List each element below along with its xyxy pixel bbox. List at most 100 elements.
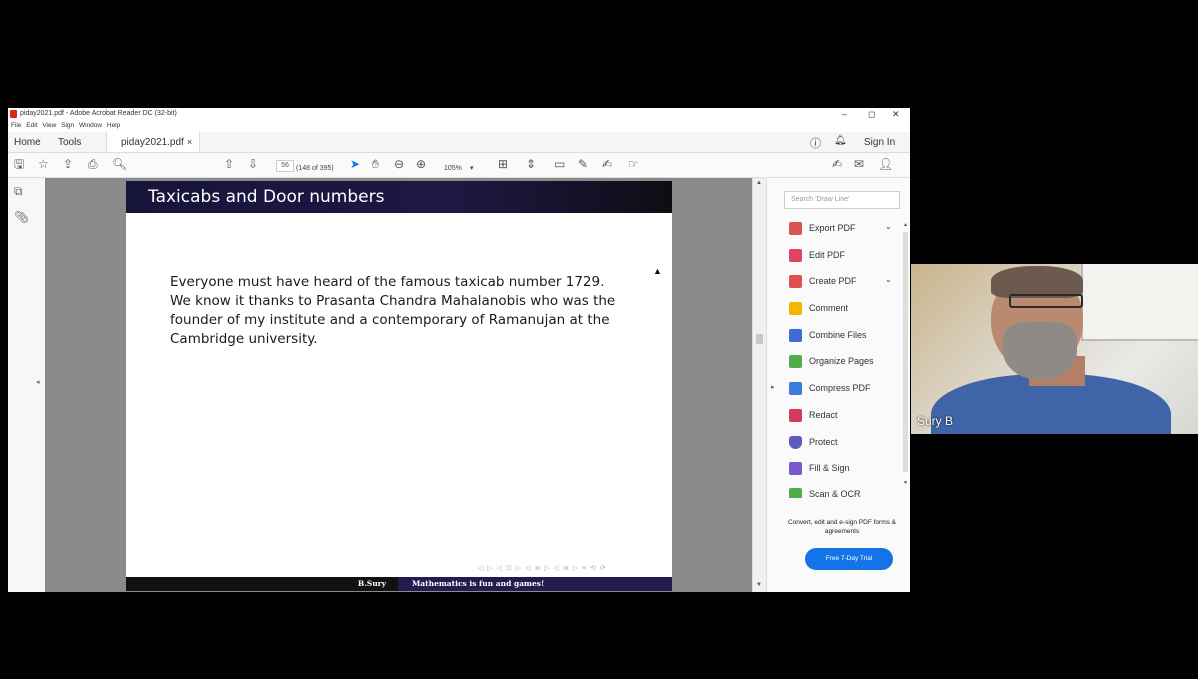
- search-icon[interactable]: 🔍︎: [112, 157, 127, 171]
- chevron-down-icon[interactable]: ⌄: [885, 275, 892, 284]
- page-number-input[interactable]: 56: [276, 160, 294, 172]
- tab-bar: Home Tools piday2021.pdf × ⓘ 🔔︎ Sign In: [8, 132, 910, 153]
- minimize-button[interactable]: –: [842, 109, 847, 119]
- tool-label: Organize Pages: [809, 356, 874, 366]
- participant-beard: [1003, 322, 1077, 380]
- participant-video-tile[interactable]: Sury B: [911, 264, 1198, 434]
- zoom-in-icon[interactable]: ⊕: [416, 157, 426, 171]
- organize-pages-icon: [789, 355, 802, 368]
- tool-label: Compress PDF: [809, 383, 871, 393]
- slide-footer-title: Mathematics is fun and games!: [412, 579, 545, 588]
- participant-name: Sury B: [917, 414, 954, 428]
- slide-line: founder of my institute and a contempora…: [170, 312, 610, 328]
- compress-pdf-icon: [789, 382, 802, 395]
- fill-sign-icon[interactable]: ✍︎: [832, 157, 842, 171]
- chevron-down-icon[interactable]: ⌄: [885, 222, 892, 231]
- slide-title: Taxicabs and Door numbers: [148, 187, 385, 207]
- hand-tool-icon[interactable]: ✋︎: [372, 157, 379, 171]
- menu-sign[interactable]: Sign: [61, 122, 74, 129]
- menu-file[interactable]: File: [11, 122, 21, 129]
- scrollbar-track[interactable]: [903, 232, 908, 472]
- sign-in-link[interactable]: Sign In: [864, 137, 895, 148]
- fill-sign-icon: [789, 462, 802, 475]
- tools-pane-scrollbar[interactable]: ▲ ▼: [903, 222, 908, 488]
- free-trial-button[interactable]: Free 7-Day Trial: [805, 548, 893, 570]
- tool-label: Create PDF: [809, 276, 857, 286]
- tools-pane: ▸ Search 'Draw Line' Export PDF ⌄ Edit P…: [766, 178, 910, 592]
- scan-ocr-icon: [789, 488, 802, 498]
- tab-document-label: piday2021.pdf: [121, 137, 184, 148]
- pdf-slide-page: Taxicabs and Door numbers Everyone must …: [126, 181, 672, 591]
- tools-search-input[interactable]: Search 'Draw Line': [784, 191, 900, 209]
- combine-files-icon: [789, 329, 802, 342]
- zoom-dropdown-icon[interactable]: ▾: [470, 162, 474, 176]
- comment-icon: [789, 302, 802, 315]
- email-icon[interactable]: ✉: [854, 157, 864, 171]
- export-pdf-icon: [789, 222, 802, 235]
- slide-footer-author: B.Sury: [357, 579, 386, 588]
- edit-pdf-icon: [789, 249, 802, 262]
- tool-label: Redact: [809, 410, 838, 420]
- screen-share: piday2021.pdf - Adobe Acrobat Reader DC …: [8, 108, 910, 592]
- print-icon[interactable]: ⎙: [88, 157, 98, 171]
- close-window-button[interactable]: ✕: [892, 109, 900, 120]
- tools-list: Export PDF ⌄ Edit PDF Create PDF ⌄ Comme…: [767, 220, 910, 498]
- slide-body: Everyone must have heard of the famous t…: [170, 273, 650, 349]
- help-icon[interactable]: ⓘ: [810, 135, 821, 151]
- toolbar: 🖫 ☆ ⇪ ⎙ 🔍︎ ⇧ ⇩ 56 (148 of 395) ➤ ✋︎ ⊖ ⊕ …: [8, 153, 910, 178]
- zoom-out-icon[interactable]: ⊖: [394, 157, 404, 171]
- share-icon[interactable]: ⇪: [63, 157, 73, 171]
- title-bar: piday2021.pdf - Adobe Acrobat Reader DC …: [8, 108, 910, 122]
- scrolling-mode-icon[interactable]: ⇕: [526, 157, 536, 171]
- slide-title-bar: Taxicabs and Door numbers: [126, 181, 672, 213]
- menu-edit[interactable]: Edit: [26, 122, 37, 129]
- scrollbar-thumb[interactable]: [756, 334, 763, 344]
- slide-footer-title-box: Mathematics is fun and games!: [398, 577, 672, 591]
- scroll-up-icon[interactable]: ▲: [756, 180, 762, 186]
- scroll-down-icon[interactable]: ▼: [756, 582, 762, 588]
- tool-label: Protect: [809, 437, 838, 447]
- menu-help[interactable]: Help: [107, 122, 120, 129]
- sign-icon[interactable]: ✍︎: [602, 157, 612, 171]
- bookmark-star-icon[interactable]: ☆: [38, 157, 49, 171]
- scroll-up-icon[interactable]: ▲: [903, 222, 908, 228]
- tab-close-icon[interactable]: ×: [187, 137, 192, 147]
- promo-text: Convert, edit and e-sign PDF forms & agr…: [787, 519, 896, 535]
- comment-icon[interactable]: ▭: [554, 157, 565, 171]
- tool-label: Scan & OCR: [809, 489, 861, 498]
- tab-home[interactable]: Home: [14, 137, 41, 148]
- read-aloud-icon[interactable]: ☞: [628, 157, 639, 171]
- slide-footer-author-box: B.Sury: [126, 577, 398, 591]
- whiteboard-background: [1081, 264, 1198, 341]
- next-page-icon[interactable]: ⇩: [248, 157, 258, 171]
- highlight-pen-icon[interactable]: ✎: [578, 157, 588, 171]
- slide-line: Cambridge university.: [170, 331, 318, 347]
- tool-label: Fill & Sign: [809, 463, 850, 473]
- tool-label: Export PDF: [809, 223, 856, 233]
- scroll-down-icon[interactable]: ▼: [903, 480, 908, 486]
- maximize-button[interactable]: ◻: [868, 109, 875, 120]
- menu-view[interactable]: View: [42, 122, 56, 129]
- beamer-navigation-symbols[interactable]: ◁ ▷ ◁ ⊡ ▷ ◁ ≣ ▷ ◁ ≣ ▷ ≡ ⟲ ⟳: [478, 564, 607, 572]
- tool-label: Edit PDF: [809, 250, 846, 260]
- save-icon[interactable]: 🖫: [14, 157, 24, 171]
- notifications-bell-icon[interactable]: 🔔︎: [834, 135, 847, 146]
- page-thumbnails-icon[interactable]: ⧉: [14, 184, 23, 199]
- attachments-paperclip-icon[interactable]: 📎︎: [14, 210, 29, 224]
- share-user-icon[interactable]: 👤︎: [878, 157, 893, 171]
- expand-left-pane-icon[interactable]: ◂: [36, 378, 40, 386]
- acrobat-icon: [10, 110, 17, 118]
- document-scrollbar[interactable]: ▲ ▼: [752, 178, 767, 592]
- slide-footer: B.Sury Mathematics is fun and games!: [126, 577, 672, 591]
- menu-window[interactable]: Window: [79, 122, 102, 129]
- slide-line: We know it thanks to Prasanta Chandra Ma…: [170, 293, 616, 309]
- previous-page-icon[interactable]: ⇧: [224, 157, 234, 171]
- tab-tools[interactable]: Tools: [58, 137, 81, 148]
- select-cursor-icon[interactable]: ➤: [350, 157, 360, 171]
- tab-document[interactable]: piday2021.pdf ×: [106, 132, 200, 152]
- zoom-level[interactable]: 105%: [444, 162, 462, 176]
- page-count: (148 of 395): [296, 165, 334, 172]
- tool-label: Comment: [809, 303, 849, 313]
- fit-page-icon[interactable]: ⊞: [498, 157, 508, 171]
- tool-label: Combine Files: [809, 330, 867, 340]
